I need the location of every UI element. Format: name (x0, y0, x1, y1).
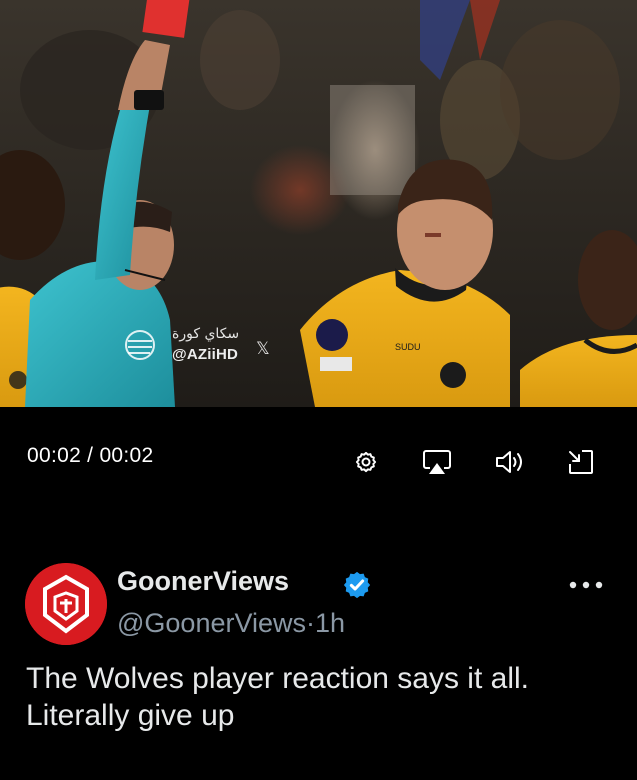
sky-kora-logo-icon (125, 330, 155, 360)
more-options-button[interactable] (566, 570, 606, 600)
avatar[interactable] (25, 563, 107, 645)
volume-button[interactable] (491, 444, 527, 480)
more-dots-icon (569, 581, 603, 589)
video-time: 00:02 / 00:02 (27, 444, 154, 467)
post-text: The Wolves player reaction says it all. … (26, 662, 529, 732)
watermark-handle: @AZiiHD (172, 346, 239, 363)
separator-dot: · (306, 608, 315, 638)
video-still: SUDU (0, 0, 637, 407)
minimize-icon (569, 450, 593, 474)
user-handle[interactable]: @GoonerViews (117, 608, 306, 639)
display-name[interactable]: GoonerViews (117, 566, 289, 597)
watermark: سكاي كورة @AZiiHD 𝕏 (120, 325, 280, 371)
svg-text:SUDU: SUDU (395, 342, 421, 352)
minimize-button[interactable] (563, 444, 599, 480)
x-logo-icon: 𝕏 (256, 339, 270, 359)
watermark-arabic: سكاي كورة (172, 326, 240, 342)
settings-icon (355, 451, 377, 473)
handle-row: @GoonerViews·1h (117, 608, 345, 639)
airplay-icon (423, 450, 451, 474)
video-frame[interactable]: SUDU سكاي كورة @AZiiHD 𝕏 (0, 0, 637, 407)
post-time[interactable]: 1h (315, 608, 345, 639)
airplay-button[interactable] (419, 444, 455, 480)
settings-button[interactable] (348, 444, 384, 480)
verified-badge-icon (343, 571, 371, 599)
goonerviews-logo-icon (25, 563, 107, 645)
volume-icon (496, 451, 522, 473)
